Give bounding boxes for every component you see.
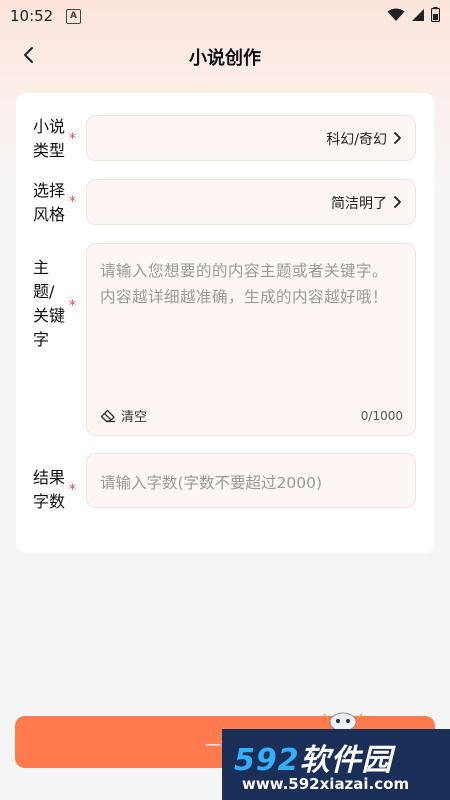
topic-placeholder: 请输入您想要的的内容主题或者关键字。内容越详细越准确，生成的内容越好哦！	[100, 262, 389, 306]
topic-label: 主 题/ 关键 字	[33, 258, 66, 349]
eraser-icon	[100, 409, 115, 422]
word-count-input[interactable]: 请输入字数(字数不要超过2000)	[86, 453, 416, 508]
signal-icon	[412, 8, 424, 21]
required-marker: *	[69, 298, 76, 314]
chevron-right-icon	[394, 196, 401, 208]
required-marker: *	[69, 131, 76, 147]
status-notification-icon: A	[66, 9, 81, 24]
writing-style-label: 选择 风格	[33, 181, 66, 224]
word-count-label: 结果 字数	[33, 468, 66, 511]
chevron-right-icon	[394, 132, 401, 144]
novel-type-value: 科幻/奇幻	[326, 132, 387, 148]
form-card: 小说 类型 * 科幻/奇幻 选择 风格 * 简洁明了 主 题/ 关键 字 * 请…	[16, 93, 434, 553]
clear-button[interactable]: 清空	[100, 406, 147, 425]
status-time: 10:52	[10, 7, 54, 25]
watermark-title: 592软件园	[234, 743, 393, 778]
watermark-url: www.592xiazai.com	[242, 775, 410, 793]
wifi-icon	[387, 8, 405, 21]
clear-label: 清空	[121, 410, 148, 425]
topic-textarea[interactable]: 请输入您想要的的内容主题或者关键字。内容越详细越准确，生成的内容越好哦！ 清空 …	[86, 243, 416, 436]
writing-style-value: 简洁明了	[331, 196, 387, 212]
novel-type-select[interactable]: 科幻/奇幻	[86, 115, 416, 161]
required-marker: *	[69, 482, 76, 498]
word-count-placeholder: 请输入字数(字数不要超过2000)	[100, 474, 323, 492]
battery-icon	[431, 7, 440, 22]
character-counter: 0/1000	[360, 409, 403, 423]
watermark-banner: 592软件园 www.592xiazai.com	[222, 729, 450, 800]
status-bar: 10:52 A	[0, 0, 450, 32]
required-marker: *	[69, 194, 76, 210]
novel-type-label: 小说 类型	[33, 117, 66, 160]
navigation-bar: 小说创作	[0, 32, 450, 80]
writing-style-select[interactable]: 简洁明了	[86, 179, 416, 225]
page-title: 小说创作	[189, 48, 261, 69]
status-icons	[387, 7, 440, 22]
